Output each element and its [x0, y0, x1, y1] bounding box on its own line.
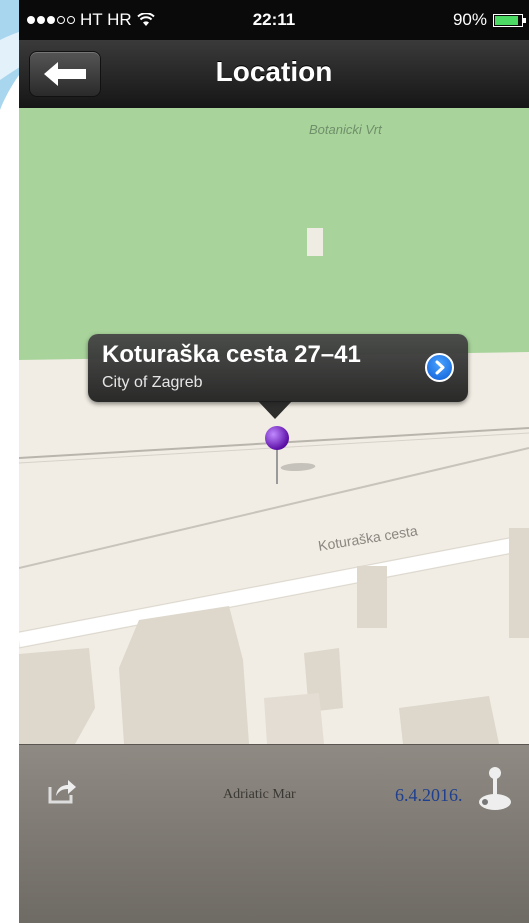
callout-title: Koturaška cesta 27–41 — [102, 341, 361, 368]
bottom-toolbar: Adriatic Mar 6.4.2016. — [19, 744, 529, 923]
navigation-bar: Location — [19, 40, 529, 109]
pin-stick — [276, 448, 278, 484]
location-callout[interactable]: Koturaška cesta 27–41 City of Zagreb — [88, 334, 468, 419]
poi-label: Botanicki Vrt — [309, 122, 382, 137]
map-attribution: Adriatic Mar — [223, 787, 296, 802]
phone-screen: HT HR 22:11 90% Location Botanicki Vrt K… — [19, 0, 529, 923]
location-pin[interactable] — [265, 426, 289, 450]
battery-status: 90% — [452, 10, 526, 30]
status-bar: HT HR 22:11 90% — [19, 0, 529, 40]
detail-disclosure-button[interactable] — [425, 353, 454, 382]
chevron-right-icon — [435, 360, 445, 375]
callout-subtitle: City of Zagreb — [102, 374, 203, 391]
share-icon[interactable] — [47, 777, 77, 805]
joystick-icon[interactable] — [477, 765, 513, 815]
page-title: Location — [215, 56, 333, 87]
slide-date: 6.4.2016. — [395, 785, 463, 805]
battery-icon — [493, 13, 526, 27]
battery-percent: 90% — [452, 10, 487, 29]
map-view[interactable]: Botanicki Vrt Koturaška cesta Koturaška … — [19, 108, 529, 744]
